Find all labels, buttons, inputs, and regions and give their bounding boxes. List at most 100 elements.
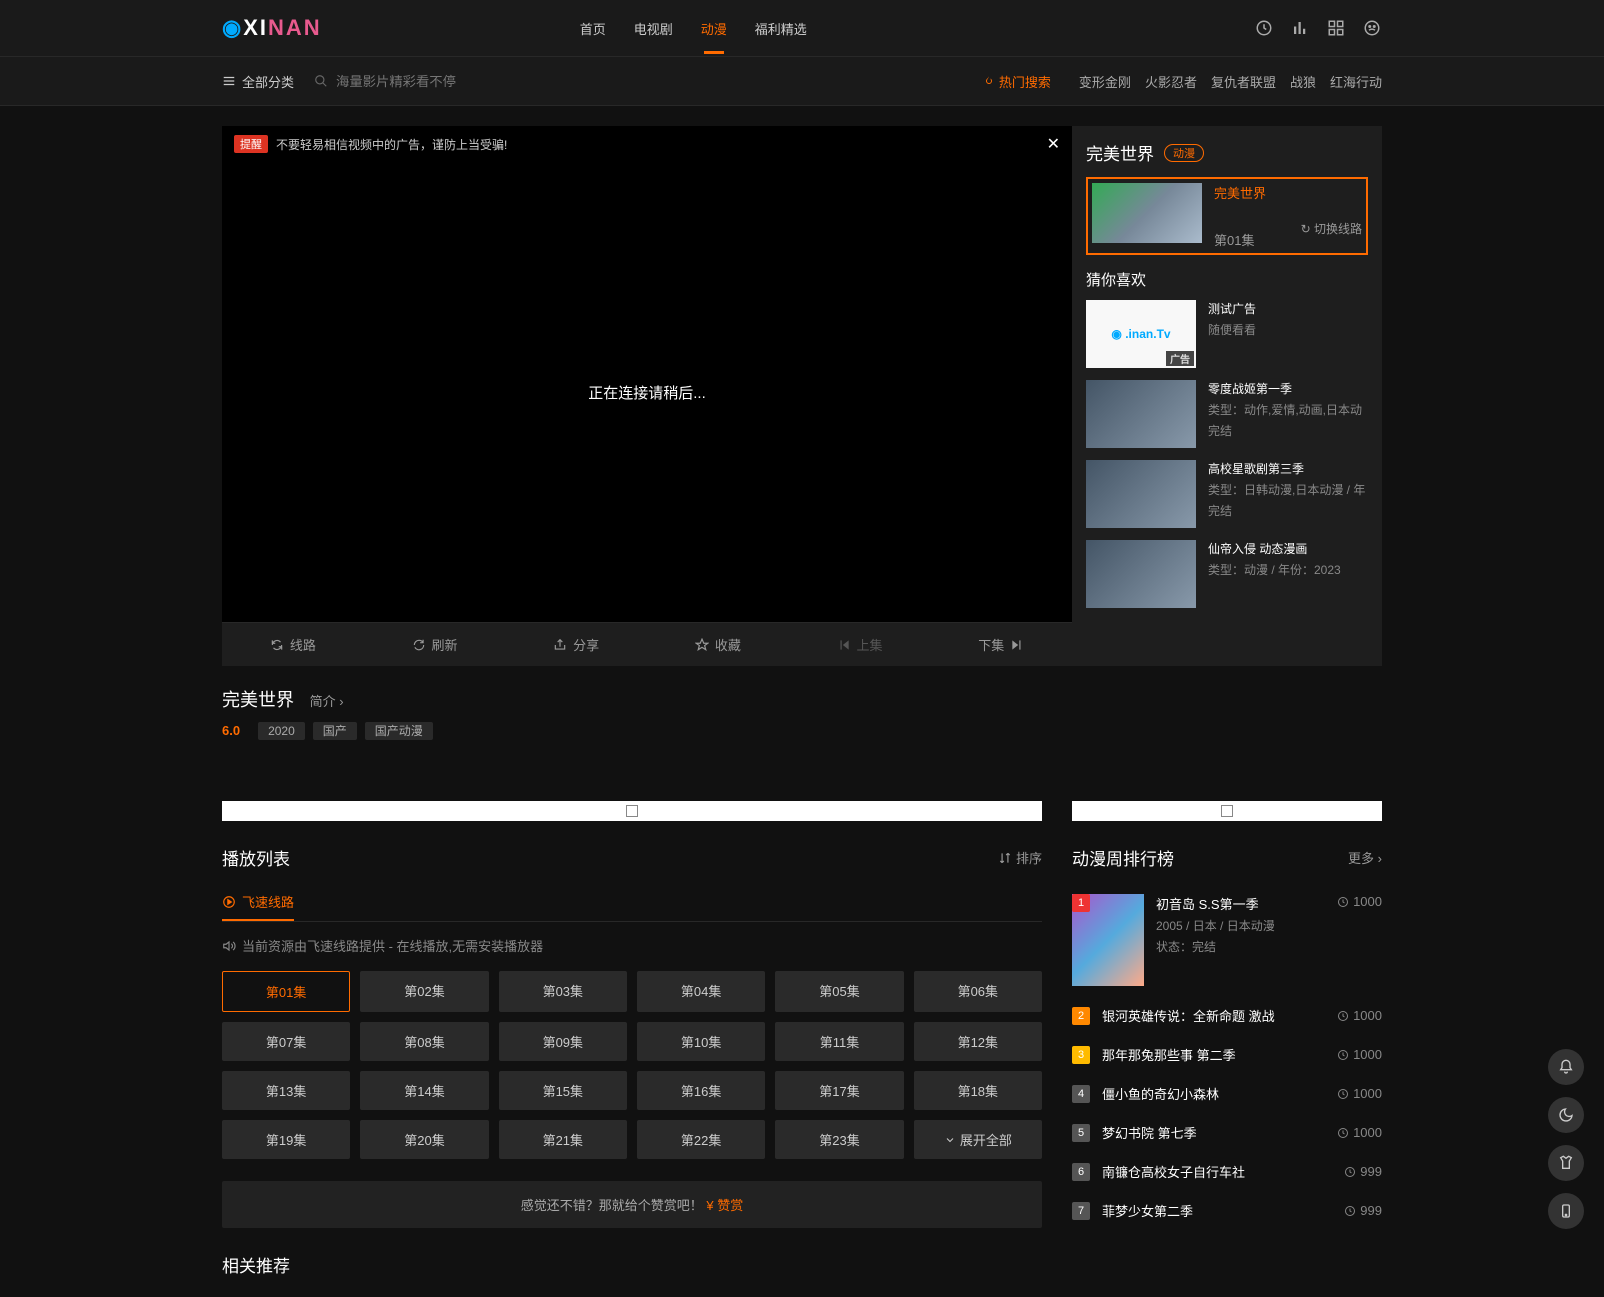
source-tab[interactable]: 飞速线路	[222, 884, 294, 921]
episode-button[interactable]: 第09集	[499, 1022, 627, 1061]
next-button[interactable]: 下集	[930, 623, 1072, 666]
prev-button[interactable]: 上集	[789, 623, 931, 666]
nav-item[interactable]: 电视剧	[634, 3, 673, 54]
episode-button[interactable]: 第01集	[222, 971, 350, 1012]
rank-item[interactable]: 3那年那兔那些事 第二季1000	[1072, 1035, 1382, 1074]
sort-button[interactable]: 排序	[998, 848, 1042, 867]
rank-item[interactable]: 5梦幻书院 第七季1000	[1072, 1113, 1382, 1152]
episode-button[interactable]: 第14集	[360, 1071, 488, 1110]
refresh-icon	[412, 638, 426, 652]
history-icon[interactable]	[1254, 18, 1274, 38]
rank-name: 僵小鱼的奇幻小森林	[1102, 1084, 1325, 1103]
hot-tag[interactable]: 火影忍者	[1145, 75, 1197, 90]
all-categories[interactable]: 全部分类	[222, 72, 294, 91]
episode-button[interactable]: 第05集	[775, 971, 903, 1012]
hot-tag[interactable]: 变形金刚	[1079, 75, 1131, 90]
nav-item[interactable]: 动漫	[701, 3, 727, 54]
meta-chip[interactable]: 2020	[258, 722, 305, 740]
rank-item[interactable]: 6南镰仓高校女子自行车社999	[1072, 1152, 1382, 1191]
refresh-button[interactable]: 刷新	[364, 623, 506, 666]
featured-item[interactable]: 完美世界 第01集 ↻ 切换线路	[1086, 177, 1368, 255]
episode-button[interactable]: 第20集	[360, 1120, 488, 1159]
episode-button[interactable]: 第11集	[775, 1022, 903, 1061]
episode-button[interactable]: 第08集	[360, 1022, 488, 1061]
rec-item[interactable]: 仙帝入侵 动态漫画类型：动漫 / 年份：2023	[1086, 540, 1368, 608]
mobile-button[interactable]	[1548, 1193, 1584, 1229]
episode-button[interactable]: 第16集	[637, 1071, 765, 1110]
stats-icon[interactable]	[1290, 18, 1310, 38]
rec-item[interactable]: 零度战姬第一季类型：动作,爱情,动画,日本动完结	[1086, 380, 1368, 448]
rec-item[interactable]: ◉ .inan.Tv广告测试广告随便看看	[1086, 300, 1368, 368]
logo[interactable]: ◉XINAN	[222, 15, 320, 41]
praise-text: 感觉还不错？那就给个赞赏吧！	[521, 1198, 703, 1213]
rank-item[interactable]: 4僵小鱼的奇幻小森林1000	[1072, 1074, 1382, 1113]
episode-button[interactable]: 第07集	[222, 1022, 350, 1061]
ad-bar-right[interactable]	[1072, 801, 1382, 821]
hot-tag[interactable]: 红海行动	[1330, 75, 1382, 90]
episode-button[interactable]: 第17集	[775, 1071, 903, 1110]
nav-item[interactable]: 首页	[580, 3, 606, 54]
episode-button[interactable]: 第22集	[637, 1120, 765, 1159]
episode-button[interactable]: 第23集	[775, 1120, 903, 1159]
clock-icon	[1337, 1010, 1349, 1022]
episode-button[interactable]: 第21集	[499, 1120, 627, 1159]
episode-button[interactable]: 第04集	[637, 971, 765, 1012]
share-icon	[553, 638, 567, 652]
route-icon	[270, 638, 284, 652]
rec-name: 高校星歌剧第三季	[1208, 460, 1368, 477]
rec-title: 猜你喜欢	[1086, 269, 1368, 290]
main-nav: 首页电视剧动漫福利精选	[580, 3, 807, 54]
theme-button[interactable]	[1548, 1097, 1584, 1133]
episode-button[interactable]: 第03集	[499, 971, 627, 1012]
more-link[interactable]: 更多 ›	[1348, 848, 1382, 867]
chevron-down-icon	[944, 1134, 956, 1146]
episode-button[interactable]: 第18集	[914, 1071, 1042, 1110]
source-tip: 当前资源由飞速线路提供 - 在线播放,无需安装播放器	[222, 936, 1042, 955]
clock-icon	[1337, 1088, 1349, 1100]
episode-button[interactable]: 第13集	[222, 1071, 350, 1110]
episode-button[interactable]: 第06集	[914, 971, 1042, 1012]
rec-item[interactable]: 高校星歌剧第三季类型：日韩动漫,日本动漫 / 年完结	[1086, 460, 1368, 528]
share-button[interactable]: 分享	[505, 623, 647, 666]
rec-info: 高校星歌剧第三季类型：日韩动漫,日本动漫 / 年完结	[1208, 460, 1368, 528]
allcat-label: 全部分类	[242, 72, 294, 91]
rec-meta: 类型：日韩动漫,日本动漫 / 年	[1208, 481, 1368, 498]
meta-chip[interactable]: 国产	[313, 722, 357, 740]
search-input[interactable]	[336, 74, 536, 89]
ad-bar-left[interactable]	[222, 801, 1042, 821]
route-button[interactable]: 线路	[222, 623, 364, 666]
hot-tag[interactable]: 复仇者联盟	[1211, 75, 1276, 90]
episode-button[interactable]: 第10集	[637, 1022, 765, 1061]
rank-item[interactable]: 7菲梦少女第二季999	[1072, 1191, 1382, 1230]
ranking-title: 动漫周排行榜	[1072, 845, 1174, 870]
meta-chip[interactable]: 国产动漫	[365, 722, 433, 740]
episode-button[interactable]: 第12集	[914, 1022, 1042, 1061]
rank-item[interactable]: 1初音岛 S.S第一季2005 / 日本 / 日本动漫状态：完结1000	[1072, 884, 1382, 996]
media-title: 完美世界	[222, 686, 294, 712]
episode-button[interactable]: 第19集	[222, 1120, 350, 1159]
next-icon	[1010, 638, 1024, 652]
video-player[interactable]: 正在连接请稍后...	[222, 162, 1072, 622]
notify-button[interactable]	[1548, 1049, 1584, 1085]
switch-route[interactable]: ↻ 切换线路	[1301, 220, 1362, 249]
rank-status: 状态：完结	[1156, 938, 1325, 955]
qr-icon[interactable]	[1326, 18, 1346, 38]
episode-button[interactable]: 第15集	[499, 1071, 627, 1110]
rec-info: 仙帝入侵 动态漫画类型：动漫 / 年份：2023	[1208, 540, 1368, 608]
rank-item[interactable]: 2银河英雄传说：全新命题 激战1000	[1072, 996, 1382, 1035]
praise-bar[interactable]: 感觉还不错？那就给个赞赏吧！ ¥ 赞赏	[222, 1181, 1042, 1228]
prev-icon	[837, 638, 851, 652]
sub-header: 全部分类 热门搜索 变形金刚火影忍者复仇者联盟战狼红海行动	[0, 57, 1604, 106]
clock-icon	[1337, 1049, 1349, 1061]
hot-tag[interactable]: 战狼	[1290, 75, 1316, 90]
rec-meta: 类型：动漫 / 年份：2023	[1208, 561, 1368, 578]
expand-button[interactable]: 展开全部	[914, 1120, 1042, 1159]
brief-link[interactable]: 简介 ›	[310, 694, 344, 709]
user-icon[interactable]	[1362, 18, 1382, 38]
shirt-button[interactable]	[1548, 1145, 1584, 1181]
fav-button[interactable]: 收藏	[647, 623, 789, 666]
episode-button[interactable]: 第02集	[360, 971, 488, 1012]
close-icon[interactable]: ✕	[1047, 134, 1060, 154]
nav-item[interactable]: 福利精选	[755, 3, 807, 54]
broken-image-icon	[1221, 805, 1233, 817]
